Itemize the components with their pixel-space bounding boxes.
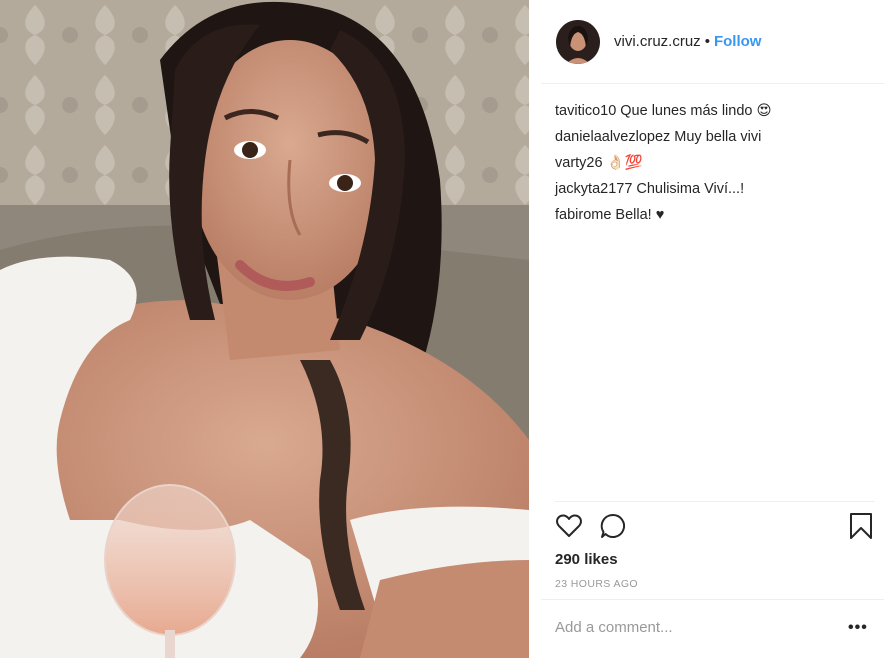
list-item: varty26 👌🏻💯 [555,150,875,176]
list-item: jackyta2177 Chulisima Viví...! [555,176,875,202]
comments-list: tavitico10 Que lunes más lindo 😍 danielaa… [555,98,875,228]
divider [541,599,884,600]
bookmark-icon[interactable] [847,512,877,542]
list-item: tavitico10 Que lunes más lindo 😍 [555,98,875,124]
header-row: vivi.cruz.cruz • Follow [614,33,761,50]
comment-username[interactable]: jackyta2177 [555,181,632,197]
selfie-photo [0,0,529,658]
avatar[interactable] [556,20,600,64]
divider [555,501,875,502]
post-sidebar: vivi.cruz.cruz • Follow tavitico10 Que lune… [529,0,896,658]
list-item: danielaalvezlopez Muy bella vivi [555,124,875,150]
comment-text: Chulisima Viví...! [636,181,745,197]
comment-text: 👌🏻💯 [606,155,643,171]
username-link[interactable]: vivi.cruz.cruz [614,33,701,50]
post-timestamp[interactable]: 23 HOURS AGO [555,578,638,590]
comment-text: Que lunes más lindo 😍 [620,103,772,119]
add-comment-input[interactable] [555,619,835,636]
post-photo[interactable] [0,0,529,658]
list-item: fabirome Bella! ♥ [555,202,875,228]
header-separator: • [704,33,710,50]
comment-icon[interactable] [599,512,629,542]
comment-username[interactable]: varty26 [555,155,603,171]
more-options-icon[interactable]: ••• [848,619,868,637]
comment-text: Bella! ♥ [615,207,665,223]
post-header: vivi.cruz.cruz • Follow [541,0,884,84]
heart-icon[interactable] [555,512,585,542]
action-bar [555,510,877,546]
comment-text: Muy bella vivi [674,129,762,145]
likes-count[interactable]: 290 likes [555,551,618,568]
comment-username[interactable]: tavitico10 [555,103,616,119]
follow-button[interactable]: Follow [714,33,762,50]
comment-username[interactable]: fabirome [555,207,611,223]
comment-username[interactable]: danielaalvezlopez [555,129,670,145]
